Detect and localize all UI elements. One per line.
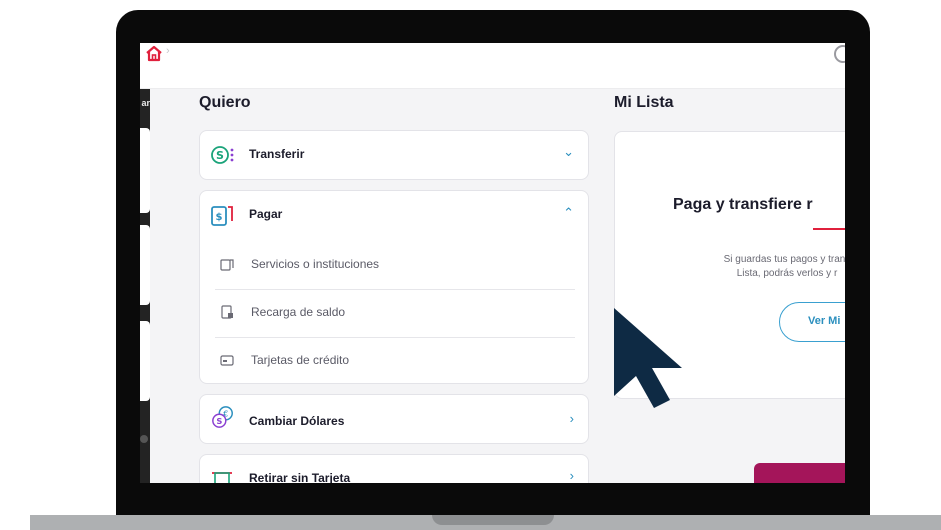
app-screen: › ar Quiero Mi Lista S Transferir ⌄ $ Pa… [140,43,845,483]
pagar-header[interactable]: $ Pagar ⌃ [200,191,588,239]
transferir-label: Transferir [249,147,305,161]
ver-mi-lista-label: Ver Mi [808,315,841,327]
cambiar-dolares-card[interactable]: € S Cambiar Dólares › [199,394,589,444]
cambiar-dolares-label: Cambiar Dólares [249,414,345,428]
mi-lista-heading: Paga y transfiere r [673,196,813,213]
cambiar-dolares-header[interactable]: € S Cambiar Dólares › [200,395,588,443]
pagar-card: $ Pagar ⌃ Servicios o instituciones Reca… [199,190,589,384]
chevron-right-icon: › [569,411,574,426]
subitem-recarga[interactable]: Recarga de saldo [215,289,575,338]
floating-action-button[interactable] [754,463,845,483]
breadcrumb-chevron-icon: › [166,45,170,57]
chevron-right-icon: › [569,468,574,483]
services-icon [220,259,234,271]
ver-mi-lista-button[interactable]: Ver Mi [779,302,845,342]
svg-text:$: $ [216,212,223,223]
mi-lista-title: Mi Lista [614,94,674,111]
subitem-label: Tarjetas de crédito [251,353,350,367]
profile-icon[interactable] [834,45,845,63]
sidebar-label: ar [141,98,150,108]
recharge-icon [221,305,233,319]
retirar-sin-tarjeta-card[interactable]: Retirar sin Tarjeta › [199,454,589,483]
pagar-label: Pagar [249,207,283,221]
quiero-title: Quiero [199,94,251,111]
credit-card-icon [220,355,234,366]
transferir-card[interactable]: S Transferir ⌄ [199,130,589,180]
subitem-label: Recarga de saldo [251,305,346,319]
sidebar-card[interactable] [140,321,150,401]
mi-lista-description: Si guardas tus pagos y trans Lista, podr… [677,253,845,281]
svg-text:S: S [216,416,222,426]
retirar-header[interactable]: Retirar sin Tarjeta › [200,455,588,483]
description-line: Lista, podrás verlos y r [736,268,838,279]
laptop-notch [432,515,554,525]
subitem-servicios[interactable]: Servicios o instituciones [215,241,575,290]
heading-underline [813,228,845,230]
home-icon[interactable] [145,44,163,62]
sidebar-dot [140,435,148,443]
retirar-label: Retirar sin Tarjeta [249,471,351,483]
top-bar: › [140,43,845,89]
sidebar-card[interactable] [140,128,150,213]
transferir-header[interactable]: S Transferir ⌄ [200,131,588,179]
svg-text:S: S [216,149,224,162]
cardless-withdraw-icon [212,472,232,483]
currency-exchange-icon: € S [212,406,233,428]
subitem-label: Servicios o instituciones [251,257,380,271]
mouse-cursor-icon [614,308,682,408]
chevron-down-icon: ⌄ [563,144,574,159]
transfer-icon: S [211,146,234,164]
description-line: Si guardas tus pagos y trans [723,254,845,265]
chevron-up-icon: ⌃ [563,205,574,220]
pay-icon: $ [211,206,233,226]
subitem-tarjetas[interactable]: Tarjetas de crédito [215,337,575,385]
sidebar-card[interactable] [140,225,150,305]
